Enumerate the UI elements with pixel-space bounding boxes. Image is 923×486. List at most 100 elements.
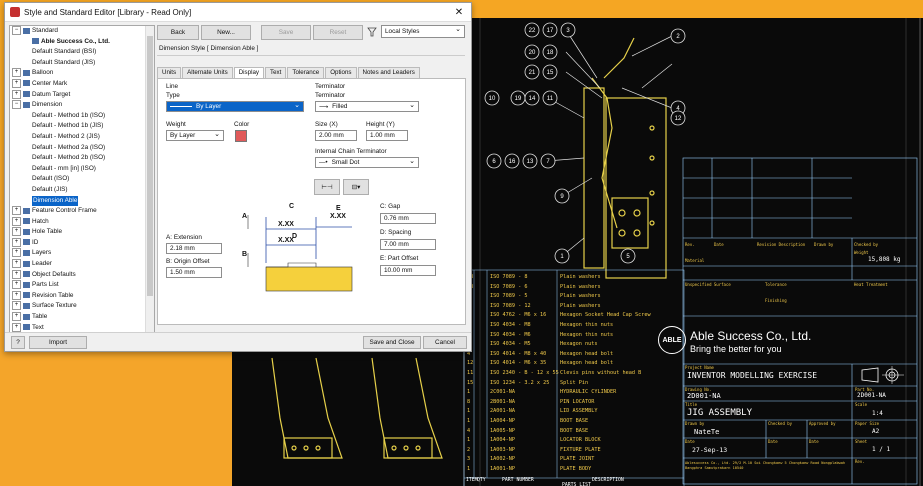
- balloon[interactable]: 10: [484, 90, 500, 106]
- tree-item[interactable]: Default - Method 1b (JIS): [10, 121, 154, 132]
- expand-icon[interactable]: +: [12, 68, 21, 78]
- tab-display[interactable]: Display: [233, 67, 264, 78]
- expand-icon[interactable]: +: [12, 89, 21, 99]
- tree-item[interactable]: Default Standard (JIS): [10, 58, 154, 69]
- collapse-icon[interactable]: −: [12, 26, 21, 35]
- tab-tolerance[interactable]: Tolerance: [287, 67, 325, 78]
- expand-icon[interactable]: +: [12, 312, 21, 322]
- ict-dropdown[interactable]: —• Small Dot: [315, 157, 419, 168]
- tree-item[interactable]: Default - Method 2a (ISO): [10, 143, 154, 154]
- tree-item[interactable]: + Layers: [10, 248, 154, 259]
- back-button[interactable]: Back: [157, 25, 199, 40]
- balloon[interactable]: 14: [524, 90, 540, 106]
- cancel-button[interactable]: Cancel: [423, 336, 467, 349]
- save-button[interactable]: Save: [261, 25, 311, 40]
- help-button[interactable]: ?: [11, 336, 25, 349]
- tree-item[interactable]: + Leader: [10, 259, 154, 270]
- balloon[interactable]: 9: [554, 188, 570, 204]
- tree-item[interactable]: Default - Method 2 (JIS): [10, 132, 154, 143]
- part-offset-input[interactable]: 10.00 mm: [380, 265, 436, 276]
- new-button[interactable]: New...: [201, 25, 251, 40]
- terminator-dropdown[interactable]: ⟶ Filled: [315, 101, 419, 112]
- tree-item[interactable]: + Parts List: [10, 280, 154, 291]
- expand-icon[interactable]: +: [12, 280, 21, 290]
- filter-dropdown[interactable]: Local Styles: [381, 25, 465, 38]
- filter-icon[interactable]: [367, 27, 377, 37]
- height-input[interactable]: 1.00 mm: [366, 130, 408, 141]
- expand-icon[interactable]: +: [12, 237, 21, 247]
- tree-item[interactable]: Default (JIS): [10, 185, 154, 196]
- tree-item[interactable]: + Balloon: [10, 68, 154, 79]
- style-editor-dialog[interactable]: Style and Standard Editor [Library - Rea…: [4, 2, 472, 352]
- tab-options[interactable]: Options: [325, 67, 357, 78]
- tree-item[interactable]: + Revision Table: [10, 290, 154, 302]
- tree-item[interactable]: + ID: [10, 237, 154, 249]
- tree-item[interactable]: − Dimension: [10, 100, 154, 111]
- balloon[interactable]: 5: [620, 248, 636, 264]
- tree-item[interactable]: Able Success Co., Ltd.: [10, 37, 154, 48]
- balloon[interactable]: 6: [486, 153, 502, 169]
- gap-input[interactable]: 0.76 mm: [380, 213, 436, 224]
- tree-item[interactable]: Default (ISO): [10, 174, 154, 185]
- close-button[interactable]: ✕: [447, 7, 471, 18]
- expand-icon[interactable]: +: [12, 206, 21, 216]
- tree-item[interactable]: Default - Method 1b (ISO): [10, 111, 154, 122]
- balloon[interactable]: 13: [522, 153, 538, 169]
- balloon[interactable]: 19: [510, 90, 526, 106]
- balloon[interactable]: 3: [560, 22, 576, 38]
- tab-units[interactable]: Units: [157, 67, 182, 78]
- expand-icon[interactable]: +: [12, 248, 21, 258]
- weight-dropdown[interactable]: By Layer: [166, 130, 224, 141]
- tree-item[interactable]: Dimension Able: [10, 195, 154, 207]
- tree-item[interactable]: + Table: [10, 312, 154, 323]
- expand-icon[interactable]: +: [12, 301, 21, 311]
- tree-item[interactable]: Default Standard (BSI): [10, 47, 154, 58]
- tab-notes-and-leaders[interactable]: Notes and Leaders: [357, 67, 420, 78]
- size-input[interactable]: 2.00 mm: [315, 130, 357, 141]
- spacing-input[interactable]: 7.00 mm: [380, 239, 436, 250]
- tree-item[interactable]: + Hole Table: [10, 227, 154, 238]
- tree-item[interactable]: Default - Method 2b (ISO): [10, 153, 154, 164]
- collapse-icon[interactable]: −: [12, 100, 21, 110]
- save-and-close-button[interactable]: Save and Close: [363, 336, 421, 349]
- expand-icon[interactable]: +: [12, 290, 21, 300]
- tree-scrollbar[interactable]: [145, 26, 154, 332]
- dim-style-button-2[interactable]: ⊟▾: [343, 179, 369, 195]
- style-tree[interactable]: − Standard Able Success Co., Ltd. Default S…: [9, 25, 155, 333]
- line-type-dropdown[interactable]: By Layer: [166, 101, 304, 112]
- tree-item[interactable]: + Center Mark: [10, 78, 154, 90]
- balloon[interactable]: 17: [542, 22, 558, 38]
- tree-item[interactable]: − Standard: [10, 26, 154, 37]
- balloon[interactable]: 7: [540, 153, 556, 169]
- tree-item[interactable]: + Surface Texture: [10, 301, 154, 312]
- tree-item[interactable]: + Feature Control Frame: [10, 206, 154, 217]
- dialog-titlebar[interactable]: Style and Standard Editor [Library - Rea…: [5, 3, 471, 22]
- scrollbar-thumb[interactable]: [147, 36, 153, 296]
- expand-icon[interactable]: +: [12, 259, 21, 269]
- balloon[interactable]: 22: [524, 22, 540, 38]
- balloon[interactable]: 11: [542, 90, 558, 106]
- balloon[interactable]: 21: [524, 64, 540, 80]
- balloon[interactable]: 2: [670, 28, 686, 44]
- origin-offset-input[interactable]: 1.50 mm: [166, 267, 222, 278]
- dim-style-button-1[interactable]: ⊢⊣: [314, 179, 340, 195]
- import-button[interactable]: Import: [29, 336, 87, 349]
- balloon[interactable]: 16: [504, 153, 520, 169]
- balloon[interactable]: 18: [542, 44, 558, 60]
- extension-input[interactable]: 2.18 mm: [166, 243, 222, 254]
- tab-text[interactable]: Text: [265, 67, 287, 78]
- tree-item[interactable]: + Hatch: [10, 216, 154, 228]
- expand-icon[interactable]: +: [12, 227, 21, 237]
- expand-icon[interactable]: +: [12, 269, 21, 279]
- balloon[interactable]: 1: [554, 248, 570, 264]
- expand-icon[interactable]: +: [12, 216, 21, 226]
- balloon[interactable]: 12: [670, 110, 686, 126]
- tree-item[interactable]: + Datum Target: [10, 89, 154, 101]
- expand-icon[interactable]: +: [12, 322, 21, 332]
- tree-item[interactable]: Default - mm [in] (ISO): [10, 164, 154, 175]
- tab-alternate-units[interactable]: Alternate Units: [182, 67, 233, 78]
- tree-item[interactable]: + Object Defaults: [10, 269, 154, 281]
- balloon[interactable]: 15: [542, 64, 558, 80]
- expand-icon[interactable]: +: [12, 78, 21, 88]
- reset-button[interactable]: Reset: [313, 25, 363, 40]
